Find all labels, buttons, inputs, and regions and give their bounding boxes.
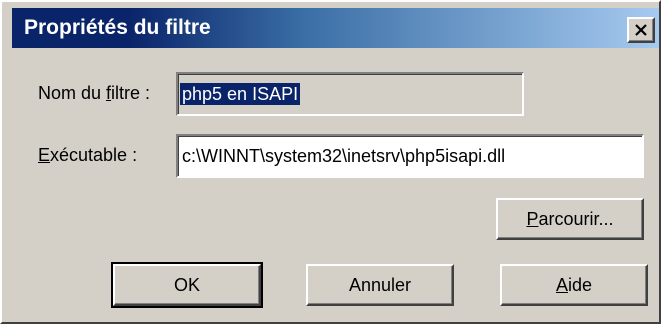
cancel-button[interactable]: Annuler bbox=[306, 264, 454, 306]
browse-button[interactable]: Parcourir... bbox=[496, 198, 644, 240]
executable-path-value: c:\WINNT\system32\inetsrv\php5isapi.dll bbox=[182, 146, 506, 166]
cancel-button-label: Annuler bbox=[348, 274, 412, 295]
browse-accel: P bbox=[526, 208, 539, 229]
filter-name-label-part: iltre : bbox=[111, 83, 151, 103]
ok-button-label: OK bbox=[173, 274, 200, 295]
executable-label-part: xécutable : bbox=[50, 145, 138, 165]
executable-label-accel: E bbox=[38, 145, 51, 165]
help-label-part: ide bbox=[567, 274, 593, 295]
filter-name-label-part: Nom du bbox=[38, 83, 107, 103]
filter-name-field: php5 en ISAPI bbox=[176, 72, 524, 116]
executable-label: Exécutable : bbox=[38, 144, 137, 166]
close-button[interactable] bbox=[627, 17, 655, 43]
executable-path-input[interactable]: c:\WINNT\system32\inetsrv\php5isapi.dll bbox=[176, 134, 644, 178]
help-accel: A bbox=[555, 274, 568, 295]
title-bar[interactable]: Propriétés du filtre bbox=[12, 8, 659, 48]
browse-button-label: Parcourir... bbox=[526, 209, 613, 230]
filter-name-label: Nom du filtre : bbox=[38, 82, 150, 104]
filter-properties-dialog: Propriétés du filtre Nom du filtre : php… bbox=[0, 0, 661, 324]
help-button-label: Aide bbox=[556, 275, 592, 296]
browse-label-part: arcourir... bbox=[538, 208, 614, 229]
help-button[interactable]: Aide bbox=[500, 264, 648, 306]
ok-button[interactable]: OK bbox=[111, 262, 263, 308]
close-icon bbox=[635, 24, 647, 36]
dialog-title: Propriétés du filtre bbox=[24, 16, 211, 39]
filter-name-value: php5 en ISAPI bbox=[180, 83, 301, 105]
